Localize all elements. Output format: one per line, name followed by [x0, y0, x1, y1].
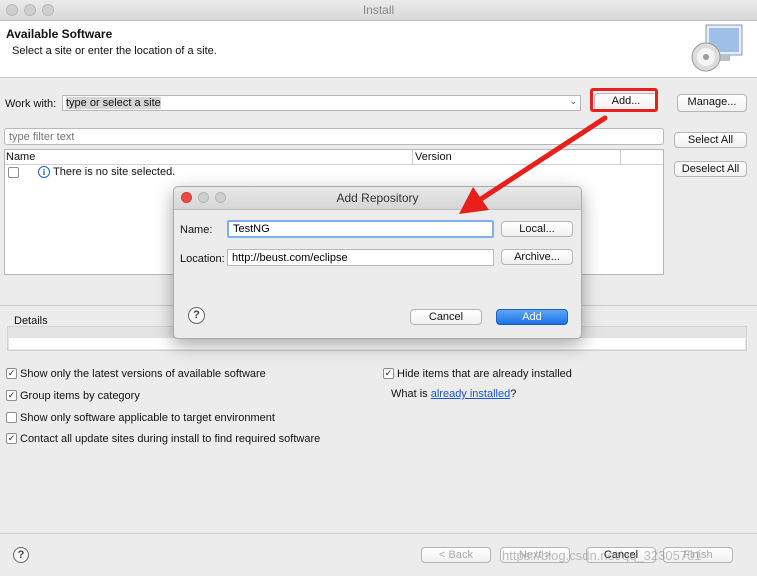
arrow-shaft — [478, 115, 608, 202]
column-header-name[interactable]: Name — [6, 151, 35, 163]
arrow-head — [459, 187, 489, 214]
highlight-box — [590, 88, 658, 112]
dialog-help-icon[interactable]: ? — [188, 307, 205, 324]
show-applicable-checkbox[interactable] — [6, 412, 17, 423]
column-divider — [412, 150, 413, 164]
work-with-combo[interactable]: type or select a site ⌄ — [62, 95, 581, 111]
location-label: Location: — [180, 253, 225, 265]
red-arrow-annotation — [459, 115, 608, 214]
work-with-value: type or select a site — [66, 97, 161, 109]
column-divider — [620, 150, 621, 164]
empty-message: There is no site selected. — [53, 166, 176, 178]
archive-button[interactable]: Archive... — [501, 249, 573, 265]
column-header-version[interactable]: Version — [415, 151, 452, 163]
window-titlebar: Install — [0, 0, 757, 21]
show-latest-checkbox[interactable]: ✓ — [6, 368, 17, 379]
group-items-label: Group items by category — [20, 390, 140, 402]
already-installed-link[interactable]: already installed — [431, 388, 511, 400]
page-title: Available Software — [6, 27, 113, 41]
show-applicable-label: Show only software applicable to target … — [20, 412, 275, 424]
what-is-prefix: What is — [391, 388, 431, 400]
window-title: Install — [362, 3, 395, 17]
select-all-button[interactable]: Select All — [674, 132, 747, 148]
contact-sites-label: Contact all update sites during install … — [20, 433, 321, 445]
watermark: https://blog.csdn.net/qq_32305701 — [502, 548, 702, 563]
name-label: Name: — [180, 224, 213, 236]
page-subtitle: Select a site or enter the location of a… — [12, 45, 217, 57]
help-icon[interactable]: ? — [13, 547, 29, 563]
contact-sites-checkbox[interactable]: ✓ — [6, 433, 17, 444]
local-button[interactable]: Local... — [501, 221, 573, 237]
row-checkbox[interactable] — [8, 167, 19, 178]
group-items-checkbox[interactable]: ✓ — [6, 390, 17, 401]
back-button[interactable]: < Back — [421, 547, 491, 563]
chevron-down-icon[interactable]: ⌄ — [569, 96, 577, 107]
details-text — [9, 338, 745, 349]
dialog-add-button[interactable]: Add — [496, 309, 568, 325]
show-latest-label: Show only the latest versions of availab… — [20, 368, 266, 380]
hide-installed-checkbox[interactable]: ✓ — [383, 368, 394, 379]
install-software-icon — [691, 24, 743, 72]
what-is-installed-text: What is already installed? — [391, 388, 516, 400]
dialog-cancel-button[interactable]: Cancel — [410, 309, 482, 325]
what-is-suffix: ? — [510, 388, 517, 400]
deselect-all-button[interactable]: Deselect All — [674, 161, 747, 177]
manage-button[interactable]: Manage... — [677, 94, 747, 112]
hide-installed-label: Hide items that are already installed — [397, 368, 572, 380]
wizard-header: Available Software Select a site or ente… — [0, 21, 757, 78]
info-icon: i — [38, 166, 50, 178]
name-input[interactable] — [227, 220, 494, 238]
location-input[interactable] — [227, 249, 494, 266]
footer-divider — [0, 533, 757, 534]
work-with-label: Work with: — [5, 98, 57, 110]
